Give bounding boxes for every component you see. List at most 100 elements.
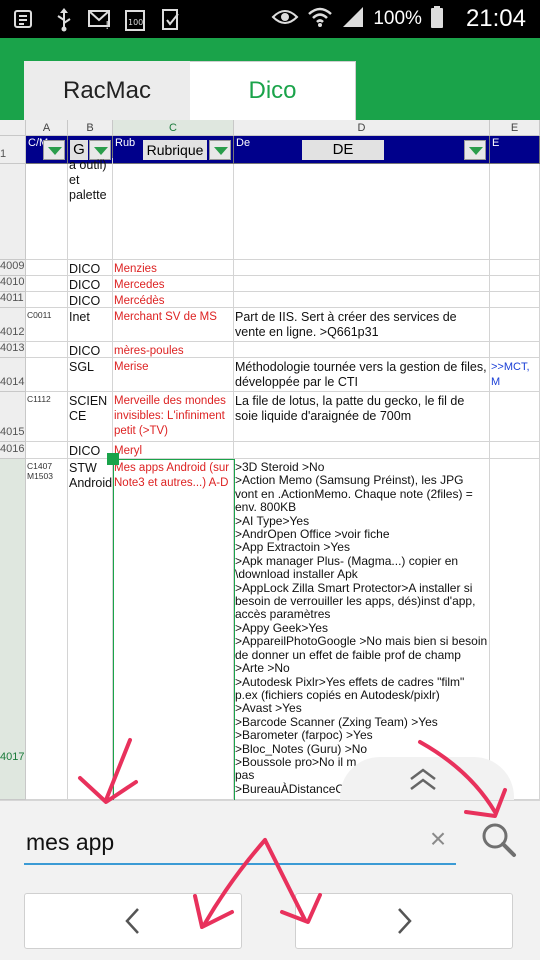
- cell[interactable]: [490, 276, 540, 292]
- column-header-d[interactable]: D: [234, 120, 490, 136]
- row-number[interactable]: 4013: [0, 342, 26, 358]
- cell[interactable]: [234, 442, 490, 459]
- cell[interactable]: Mercédès: [113, 292, 234, 308]
- spreadsheet[interactable]: A B C D E 1 C/M G Rub Rubrique De DE E a…: [0, 120, 540, 800]
- row-number[interactable]: 4016: [0, 442, 26, 459]
- row-number[interactable]: 4015: [0, 392, 26, 442]
- clear-icon[interactable]: ×: [424, 823, 452, 855]
- column-header-b[interactable]: B: [68, 120, 113, 136]
- cell[interactable]: [26, 292, 68, 308]
- wifi-icon: [307, 6, 333, 33]
- cell[interactable]: Menzies: [113, 260, 234, 276]
- header-cell-a[interactable]: C/M: [26, 136, 68, 164]
- cell[interactable]: [234, 342, 490, 358]
- cell[interactable]: Merise: [113, 358, 234, 392]
- header-cell-c[interactable]: Rub Rubrique: [113, 136, 234, 164]
- filter-dropdown-icon[interactable]: [43, 140, 65, 160]
- status-bar: ! 100 100% 21:04: [0, 0, 540, 38]
- cell[interactable]: [26, 342, 68, 358]
- clock: 21:04: [465, 5, 526, 32]
- cell[interactable]: [490, 308, 540, 342]
- cell[interactable]: [113, 164, 234, 260]
- cell[interactable]: [490, 260, 540, 276]
- tab-dico[interactable]: Dico: [190, 61, 356, 120]
- next-button[interactable]: [295, 893, 513, 949]
- header-title-c: Rubrique: [143, 140, 207, 160]
- cell[interactable]: [490, 292, 540, 308]
- selection-handle[interactable]: [107, 453, 119, 465]
- cell[interactable]: C1407 M1503: [26, 459, 68, 800]
- cell[interactable]: DICO: [68, 292, 113, 308]
- search-button[interactable]: [474, 815, 522, 863]
- cell[interactable]: Merchant SV de MS: [113, 308, 234, 342]
- cell[interactable]: C1112: [26, 392, 68, 442]
- corner-cell[interactable]: [0, 120, 26, 136]
- cell[interactable]: [490, 459, 540, 800]
- svg-text:100: 100: [128, 18, 143, 27]
- cell[interactable]: [26, 276, 68, 292]
- header-label-d: De: [236, 137, 251, 149]
- battery-icon: [430, 5, 444, 34]
- cell[interactable]: >3D Steroid >No >Action Memo (Samsung Pr…: [234, 459, 490, 800]
- cell[interactable]: SCIENCE: [68, 392, 113, 442]
- cell[interactable]: [234, 164, 490, 260]
- cell[interactable]: [234, 276, 490, 292]
- cell[interactable]: Meryl: [113, 442, 234, 459]
- eye-icon: [271, 7, 299, 32]
- cell[interactable]: DICO: [68, 342, 113, 358]
- battery-percent: 100%: [373, 8, 422, 29]
- header-cell-e[interactable]: E: [490, 136, 540, 164]
- filter-dropdown-icon[interactable]: [209, 140, 231, 160]
- tab-racmac[interactable]: RacMac: [24, 61, 190, 120]
- row-number[interactable]: 4014: [0, 358, 26, 392]
- search-icon: [482, 823, 516, 857]
- header-label-e: E: [492, 137, 500, 149]
- cell[interactable]: Méthodologie tournée vers la gestion de …: [234, 358, 490, 392]
- chevron-up-double-icon[interactable]: [408, 767, 438, 793]
- cell[interactable]: [234, 292, 490, 308]
- cell[interactable]: Part de IIS. Sert à créer des services d…: [234, 308, 490, 342]
- header-title-d: DE: [302, 140, 384, 160]
- cell[interactable]: SGL: [68, 358, 113, 392]
- row-number[interactable]: 4010: [0, 276, 26, 292]
- filter-dropdown-icon[interactable]: [89, 140, 111, 160]
- cell[interactable]: mères-poules: [113, 342, 234, 358]
- row-number[interactable]: 1: [0, 136, 26, 164]
- cell[interactable]: La file de lotus, la patte du gecko, le …: [234, 392, 490, 442]
- row-number[interactable]: 4011: [0, 292, 26, 308]
- filter-dropdown-icon[interactable]: [464, 140, 486, 160]
- row-number[interactable]: 4017: [0, 459, 26, 800]
- selected-cell[interactable]: Mes apps Android (sur Note3 et autres...…: [113, 459, 234, 800]
- cell[interactable]: [490, 392, 540, 442]
- header-label-b: G: [70, 140, 88, 160]
- row-number[interactable]: 4009: [0, 260, 26, 276]
- cell[interactable]: [26, 358, 68, 392]
- row-number[interactable]: 4012: [0, 308, 26, 342]
- cell[interactable]: [490, 342, 540, 358]
- cell[interactable]: >>MCT, M: [490, 358, 540, 392]
- cell[interactable]: DICO: [68, 276, 113, 292]
- cell[interactable]: [490, 442, 540, 459]
- column-header-c[interactable]: C: [113, 120, 234, 136]
- cell[interactable]: Inet: [68, 308, 113, 342]
- row-number[interactable]: [0, 164, 26, 260]
- cell[interactable]: DICO: [68, 260, 113, 276]
- chevron-right-icon: [398, 908, 412, 934]
- cell[interactable]: [490, 164, 540, 260]
- cell[interactable]: [26, 164, 68, 260]
- cell[interactable]: C0011: [26, 308, 68, 342]
- chevron-left-icon: [125, 908, 139, 934]
- column-header-e[interactable]: E: [490, 120, 540, 136]
- usb-icon: [54, 8, 74, 37]
- cell[interactable]: a outil) et palette: [68, 158, 113, 260]
- cell[interactable]: [26, 442, 68, 459]
- cell[interactable]: STW Android: [68, 459, 113, 800]
- cell[interactable]: Merveille des mondes invisibles: L'infin…: [113, 392, 234, 442]
- previous-button[interactable]: [24, 893, 242, 949]
- column-header-a[interactable]: A: [26, 120, 68, 136]
- cell[interactable]: [26, 260, 68, 276]
- cell[interactable]: Mercedes: [113, 276, 234, 292]
- search-input[interactable]: [24, 821, 456, 865]
- cell[interactable]: [234, 260, 490, 276]
- header-cell-d[interactable]: De DE: [234, 136, 490, 164]
